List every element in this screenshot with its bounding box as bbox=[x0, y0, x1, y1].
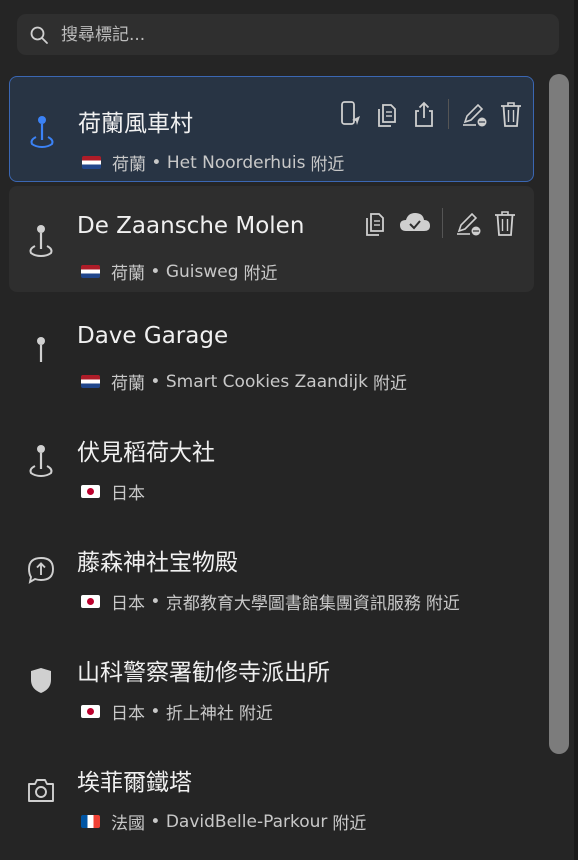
item-subtitle: 荷蘭 • Smart Cookies Zaandijk 附近 bbox=[81, 369, 407, 394]
item-suffix: 附近 bbox=[238, 704, 273, 724]
list-item[interactable]: Dave Garage 荷蘭 • Smart Cookies Zaandijk … bbox=[9, 296, 534, 402]
pushpin-icon bbox=[37, 337, 45, 362]
item-subtitle: 日本 bbox=[81, 479, 145, 504]
item-country: 法國 bbox=[111, 814, 145, 834]
separator-dot: • bbox=[145, 701, 166, 722]
item-subtitle: 法國 • DavidBelle-Parkour 附近 bbox=[81, 809, 366, 834]
bookmarks-panel: 荷蘭風車村 荷蘭 • Het Noorderhuis 附近 bbox=[0, 0, 578, 860]
item-country: 荷蘭 bbox=[111, 374, 145, 394]
edit-button[interactable] bbox=[460, 99, 488, 129]
item-title: Dave Garage bbox=[77, 323, 229, 349]
pin-icon bbox=[29, 225, 53, 258]
copy-icon bbox=[366, 213, 384, 236]
item-place: Smart Cookies Zaandijk bbox=[165, 371, 368, 392]
pin-icon bbox=[30, 116, 54, 149]
item-country: 日本 bbox=[111, 484, 145, 504]
search-input[interactable] bbox=[59, 23, 533, 46]
vertical-scrollbar[interactable] bbox=[546, 74, 572, 860]
item-subtitle: 荷蘭 • Guisweg 附近 bbox=[81, 259, 278, 284]
edit-icon bbox=[457, 212, 481, 236]
item-place: DavidBelle-Parkour bbox=[165, 811, 328, 832]
copy-button[interactable] bbox=[373, 99, 401, 129]
item-place: 折上神社 bbox=[165, 704, 234, 724]
item-suffix: 附近 bbox=[332, 814, 367, 834]
copy-icon bbox=[378, 104, 396, 127]
netherlands-flag-icon bbox=[81, 375, 100, 388]
netherlands-flag-icon bbox=[82, 156, 101, 169]
scrollbar-thumb[interactable] bbox=[549, 74, 569, 754]
item-title: 荷蘭風車村 bbox=[78, 111, 193, 137]
item-subtitle: 日本 • 折上神社 附近 bbox=[81, 699, 273, 724]
edit-button[interactable] bbox=[454, 208, 482, 238]
netherlands-flag-icon bbox=[81, 265, 100, 278]
separator-dot: • bbox=[145, 591, 166, 612]
list-item[interactable]: 藤森神社宝物殿 日本 • 京都教育大學圖書館集團資訊服務 附近 bbox=[9, 516, 534, 622]
france-flag-icon bbox=[81, 815, 100, 828]
pin-icon bbox=[29, 445, 53, 478]
search-icon bbox=[30, 26, 48, 44]
copy-button[interactable] bbox=[361, 208, 389, 238]
list-item[interactable]: 埃菲爾鐵塔 法國 • DavidBelle-Parkour 附近 bbox=[9, 736, 534, 842]
send-to-device-icon bbox=[341, 101, 360, 125]
separator-dot: • bbox=[145, 261, 166, 282]
item-title: 山科警察署勧修寺派出所 bbox=[77, 660, 330, 686]
item-country: 日本 bbox=[111, 594, 145, 614]
item-suffix: 附近 bbox=[372, 374, 407, 394]
item-subtitle: 荷蘭 • Het Noorderhuis 附近 bbox=[82, 150, 344, 175]
list-item[interactable]: 荷蘭風車村 荷蘭 • Het Noorderhuis 附近 bbox=[9, 76, 534, 182]
item-country: 日本 bbox=[111, 704, 145, 724]
shield-icon bbox=[31, 668, 51, 693]
item-title: 伏見稻荷大社 bbox=[77, 440, 215, 466]
item-country: 荷蘭 bbox=[112, 155, 146, 175]
list-item[interactable]: 山科警察署勧修寺派出所 日本 • 折上神社 附近 bbox=[9, 626, 534, 732]
item-suffix: 附近 bbox=[425, 594, 460, 614]
separator-dot: • bbox=[146, 152, 167, 173]
item-place: 京都教育大學圖書館集團資訊服務 bbox=[165, 594, 421, 614]
cloud-icon bbox=[400, 213, 430, 231]
item-suffix: 附近 bbox=[243, 264, 278, 284]
item-place: Het Noorderhuis bbox=[166, 152, 306, 173]
actions-divider bbox=[448, 99, 449, 129]
upload-bubble-icon bbox=[28, 557, 54, 584]
item-place: Guisweg bbox=[165, 261, 239, 282]
japan-flag-icon bbox=[81, 595, 100, 608]
delete-icon bbox=[495, 211, 515, 236]
search-bar[interactable] bbox=[17, 14, 559, 55]
edit-icon bbox=[463, 103, 487, 127]
delete-icon bbox=[501, 102, 521, 127]
list-item[interactable]: De Zaansche Molen 荷蘭 • Guisweg 附近 bbox=[9, 186, 534, 292]
share-button[interactable] bbox=[410, 99, 438, 129]
japan-flag-icon bbox=[81, 485, 100, 498]
cloud-sync-button[interactable] bbox=[398, 208, 432, 238]
camera-icon bbox=[28, 779, 54, 802]
actions-divider bbox=[442, 208, 443, 238]
list-item[interactable]: 伏見稻荷大社 日本 bbox=[9, 406, 534, 512]
item-actions bbox=[327, 99, 525, 129]
separator-dot: • bbox=[145, 811, 166, 832]
share-icon bbox=[415, 101, 433, 127]
window-edge bbox=[574, 0, 578, 860]
item-title: 藤森神社宝物殿 bbox=[77, 550, 238, 576]
japan-flag-icon bbox=[81, 705, 100, 718]
item-title: 埃菲爾鐵塔 bbox=[77, 770, 192, 796]
item-actions bbox=[352, 208, 519, 238]
item-subtitle: 日本 • 京都教育大學圖書館集團資訊服務 附近 bbox=[81, 589, 460, 614]
item-title: De Zaansche Molen bbox=[77, 213, 305, 239]
item-suffix: 附近 bbox=[310, 155, 345, 175]
send-to-device-button[interactable] bbox=[336, 99, 364, 129]
separator-dot: • bbox=[145, 371, 166, 392]
item-country: 荷蘭 bbox=[111, 264, 145, 284]
delete-button[interactable] bbox=[491, 208, 519, 238]
delete-button[interactable] bbox=[497, 99, 525, 129]
